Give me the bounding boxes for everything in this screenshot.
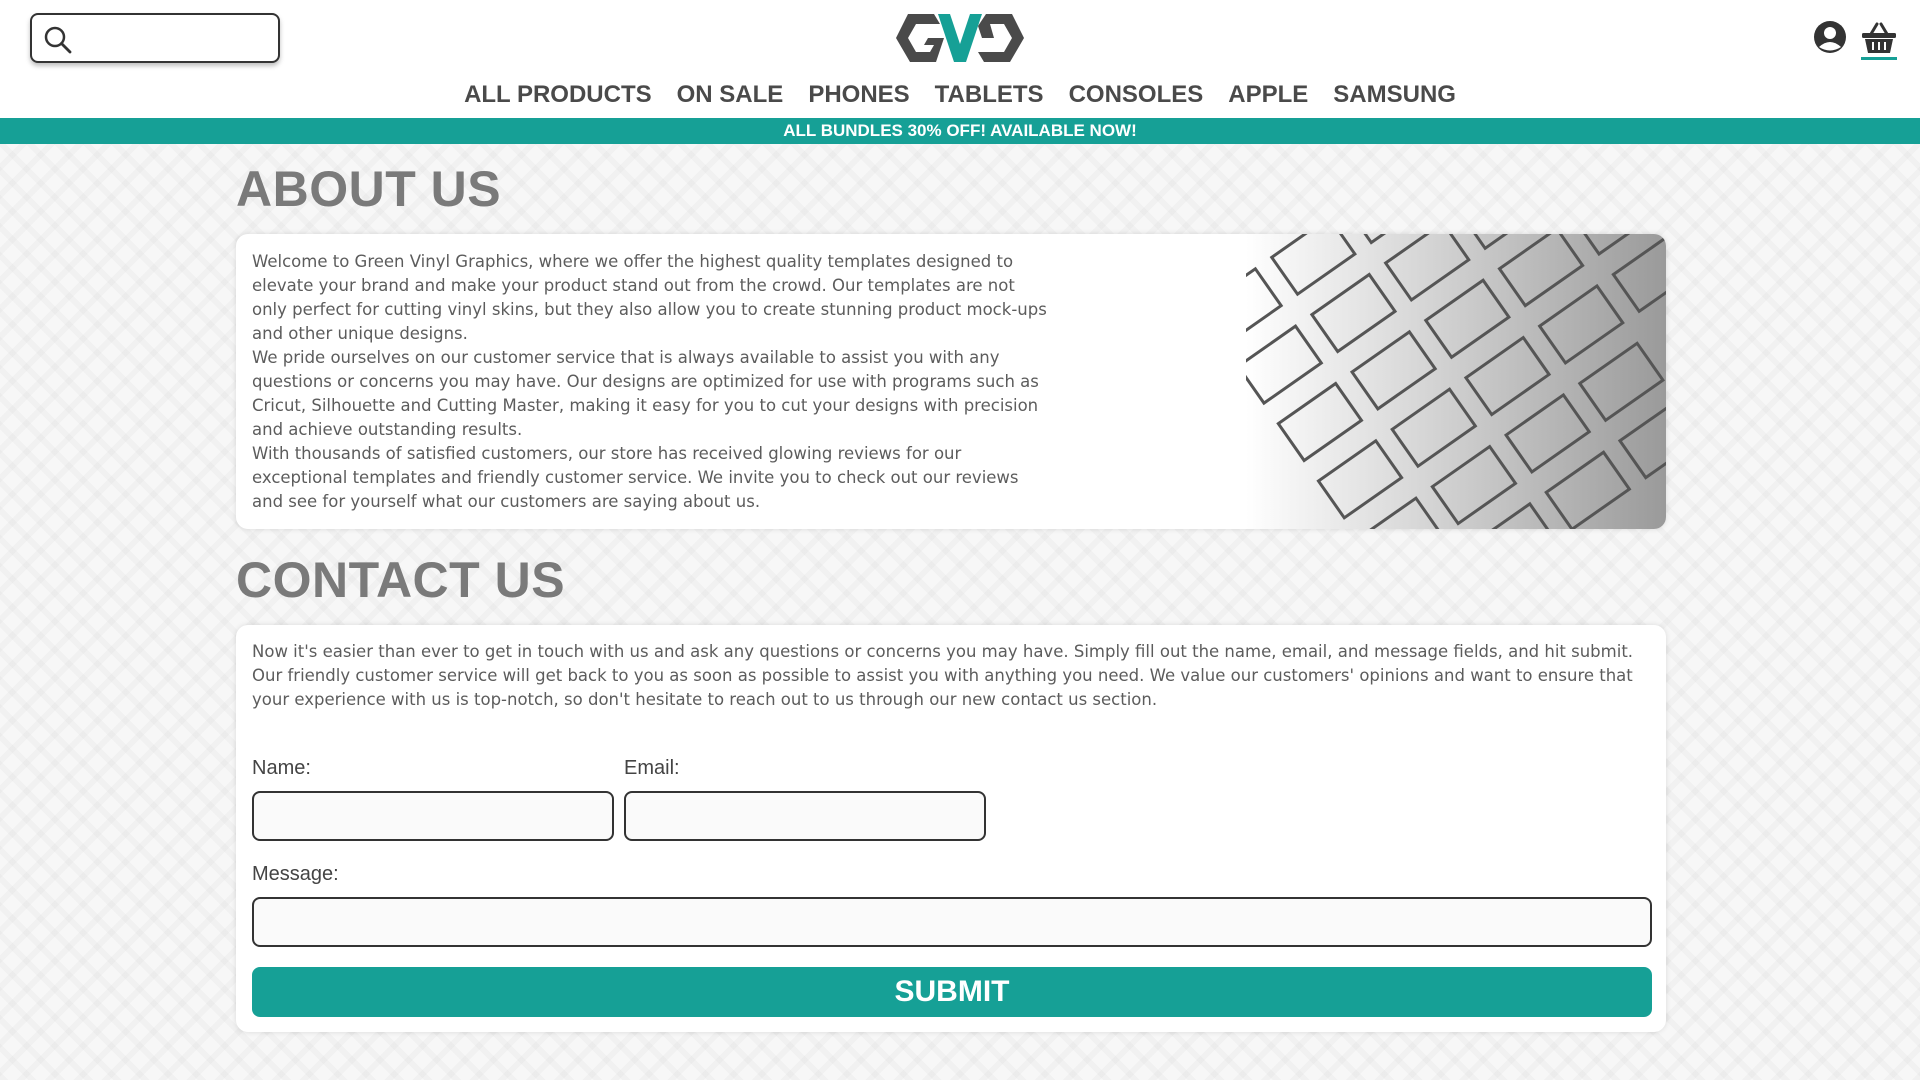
message-label: Message:	[252, 863, 339, 885]
nav-samsung[interactable]: SAMSUNG	[1333, 80, 1456, 110]
about-paragraph: We pride ourselves on our customer servi…	[252, 348, 1039, 439]
nav-all-products[interactable]: ALL PRODUCTS	[464, 80, 652, 110]
message-field[interactable]	[252, 897, 1652, 947]
email-label: Email:	[624, 757, 680, 779]
search-icon[interactable]	[43, 25, 73, 55]
nav-tablets[interactable]: TABLETS	[935, 80, 1044, 110]
site-header: ALL PRODUCTS ON SALE PHONES TABLETS CONS…	[0, 0, 1920, 118]
search-input[interactable]	[82, 21, 272, 55]
device-templates-image	[1195, 234, 1666, 529]
cart-basket-icon[interactable]	[1861, 22, 1897, 54]
about-card: Welcome to Green Vinyl Graphics, where w…	[236, 234, 1666, 529]
promo-banner[interactable]: ALL BUNDLES 30% OFF! AVAILABLE NOW!	[0, 118, 1920, 144]
name-field[interactable]	[252, 791, 614, 841]
account-icon[interactable]	[1813, 20, 1847, 54]
contact-title: CONTACT US	[236, 552, 566, 608]
contact-intro-text: Now it's easier than ever to get in touc…	[252, 642, 1634, 709]
about-title: ABOUT US	[236, 161, 502, 217]
gvg-logo[interactable]	[894, 12, 1026, 64]
name-label: Name:	[252, 757, 311, 779]
main-nav: ALL PRODUCTS ON SALE PHONES TABLETS CONS…	[0, 80, 1920, 110]
nav-on-sale[interactable]: ON SALE	[677, 80, 784, 110]
about-paragraph: Welcome to Green Vinyl Graphics, where w…	[252, 252, 1047, 343]
search-box[interactable]	[30, 13, 280, 63]
email-field[interactable]	[624, 791, 986, 841]
template-pattern-graphic	[1195, 234, 1666, 529]
nav-apple[interactable]: APPLE	[1228, 80, 1308, 110]
nav-phones[interactable]: PHONES	[808, 80, 909, 110]
cart-active-indicator	[1861, 57, 1897, 60]
submit-button[interactable]: SUBMIT	[252, 967, 1652, 1017]
about-text: Welcome to Green Vinyl Graphics, where w…	[252, 250, 1052, 514]
nav-consoles[interactable]: CONSOLES	[1069, 80, 1204, 110]
contact-card: Now it's easier than ever to get in touc…	[236, 625, 1666, 1032]
about-paragraph: With thousands of satisfied customers, o…	[252, 444, 1019, 511]
